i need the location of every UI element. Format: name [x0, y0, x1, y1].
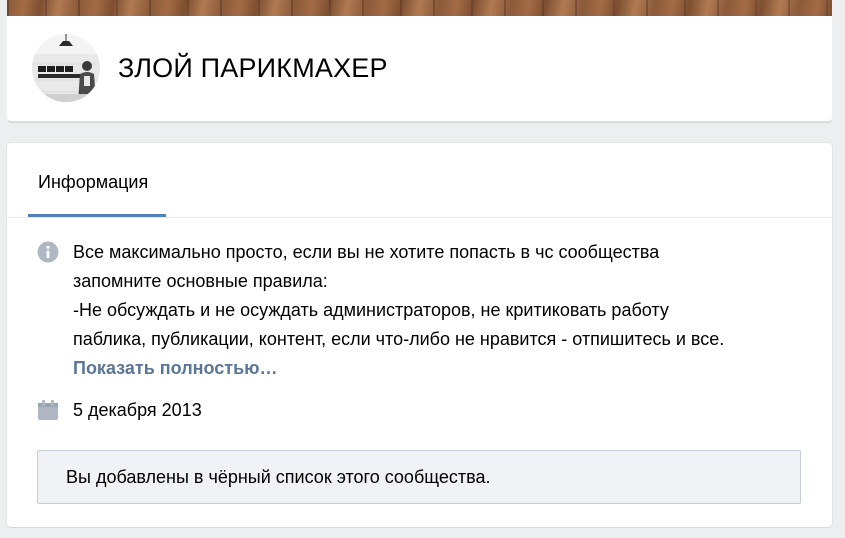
description-text: Все максимально просто, если вы не хотит…	[73, 238, 724, 383]
description-line: -Не обсуждать и не осуждать администрато…	[73, 300, 669, 320]
created-date: 5 декабря 2013	[73, 396, 202, 425]
page-title: ЗЛОЙ ПАРИКМАХЕР	[118, 53, 388, 83]
info-card: Информация Все максимально просто, если …	[7, 143, 832, 527]
description-line: Все максимально просто, если вы не хотит…	[73, 242, 660, 262]
description-line: паблика, публикации, контент, если что-л…	[73, 329, 725, 349]
calendar-icon	[37, 400, 59, 426]
blacklist-notice-text: Вы добавлены в чёрный список этого сообщ…	[66, 467, 491, 487]
info-circle-icon	[37, 241, 59, 268]
tab-information[interactable]: Информация	[28, 143, 166, 217]
community-header: ЗЛОЙ ПАРИКМАХЕР	[7, 0, 832, 122]
tab-label: Информация	[38, 172, 149, 192]
created-date-text: 5 декабря 2013	[73, 400, 202, 420]
cover-image	[7, 0, 832, 16]
blacklist-notice: Вы добавлены в чёрный список этого сообщ…	[37, 450, 801, 504]
avatar-image	[32, 34, 100, 102]
show-more-link[interactable]: Показать полностью…	[73, 354, 724, 383]
community-avatar[interactable]	[32, 34, 100, 102]
description-line: запомните основные правила:	[73, 271, 328, 291]
tab-bar: Информация	[7, 143, 832, 218]
